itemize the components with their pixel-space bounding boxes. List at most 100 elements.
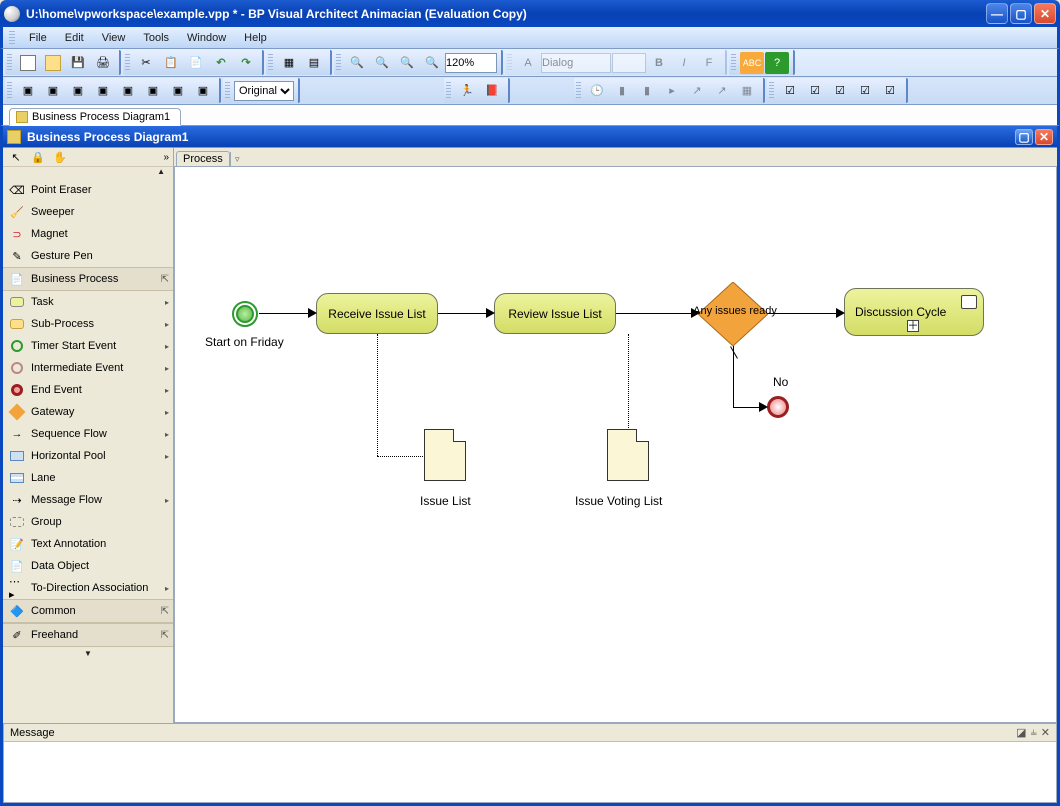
diagram-canvas[interactable]: Start on Friday Receive Issue List Revie… — [174, 166, 1057, 723]
diagram-btn-2[interactable]: ▣ — [41, 80, 65, 102]
menu-file[interactable]: File — [21, 30, 55, 46]
check-btn-3[interactable]: ☑ — [828, 80, 852, 102]
message-panel-popout-icon[interactable]: ◪ — [1016, 726, 1026, 739]
layout-button[interactable]: ▦ — [277, 52, 301, 74]
canvas-tab-process[interactable]: Process — [176, 151, 230, 166]
diagram-btn-4[interactable]: ▣ — [91, 80, 115, 102]
pan-tool[interactable]: ✋ — [51, 149, 69, 165]
sim-btn-5[interactable]: ↗ — [685, 80, 709, 102]
redo-button[interactable]: ↷ — [234, 52, 258, 74]
spellcheck-button[interactable]: ABC — [740, 52, 764, 74]
palette-item-sequence-flow[interactable]: →Sequence Flow▸ — [3, 423, 173, 445]
sim-btn-4[interactable]: ▸ — [660, 80, 684, 102]
zoom-in-button[interactable]: 🔍 — [345, 52, 369, 74]
menu-window[interactable]: Window — [179, 30, 234, 46]
message-panel-close-icon[interactable]: ✕ — [1041, 726, 1050, 739]
palette-item-text-annotation[interactable]: 📝Text Annotation — [3, 533, 173, 555]
palette: ↖ 🔒 ✋ » ⌫Point Eraser 🧹Sweeper ⊃Magnet ✎… — [3, 148, 174, 723]
help-button[interactable]: ? — [765, 52, 789, 74]
menu-help[interactable]: Help — [236, 30, 275, 46]
window-maximize-button[interactable]: ▢ — [1010, 3, 1032, 24]
palette-item-horizontal-pool[interactable]: Horizontal Pool▸ — [3, 445, 173, 467]
document-tab[interactable]: Business Process Diagram1 — [9, 108, 181, 126]
menu-view[interactable]: View — [94, 30, 134, 46]
new-button[interactable] — [16, 52, 40, 74]
check-btn-5[interactable]: ☑ — [878, 80, 902, 102]
pointer-tool[interactable]: ↖ — [7, 149, 25, 165]
palette-section-common[interactable]: 🔷 Common ⇱ — [3, 599, 173, 623]
sim-btn-2[interactable]: ▮ — [610, 80, 634, 102]
view-style-select[interactable]: Original — [234, 81, 294, 101]
palette-collapse-up[interactable] — [3, 167, 173, 179]
window-minimize-button[interactable]: — — [986, 3, 1008, 24]
check-btn-4[interactable]: ☑ — [853, 80, 877, 102]
palette-tool-magnet[interactable]: ⊃Magnet — [3, 223, 173, 245]
palette-item-group[interactable]: Group — [3, 511, 173, 533]
palette-tool-point-eraser[interactable]: ⌫Point Eraser — [3, 179, 173, 201]
start-event[interactable] — [232, 301, 258, 327]
undo-button[interactable]: ↶ — [209, 52, 233, 74]
save-button[interactable]: 💾 — [66, 52, 90, 74]
sim-btn-3[interactable]: ▮ — [635, 80, 659, 102]
check-btn-1[interactable]: ☑ — [778, 80, 802, 102]
run-button[interactable]: 🏃 — [455, 80, 479, 102]
sim-btn-7[interactable]: ▦ — [735, 80, 759, 102]
font-color-button[interactable]: A — [516, 52, 540, 74]
palette-collapse-down[interactable]: ▼ — [3, 647, 173, 660]
italic-button[interactable]: I — [672, 52, 696, 74]
palette-item-lane[interactable]: Lane — [3, 467, 173, 489]
palette-item-gateway[interactable]: Gateway▸ — [3, 401, 173, 423]
palette-section-business-process[interactable]: 📄 Business Process ⇱ — [3, 267, 173, 291]
diagram-btn-3[interactable]: ▣ — [66, 80, 90, 102]
subprocess-discussion-cycle[interactable]: Discussion Cycle ＋ — [844, 288, 984, 336]
font-family-select[interactable] — [541, 53, 611, 73]
palette-item-to-direction-association[interactable]: ⋯▸To-Direction Association▸ — [3, 577, 173, 599]
window-close-button[interactable]: ✕ — [1034, 3, 1056, 24]
task-review-issue-list[interactable]: Review Issue List — [494, 293, 616, 334]
diagram-btn-1[interactable]: ▣ — [16, 80, 40, 102]
print-button[interactable]: 🖨 — [91, 52, 115, 74]
zoom-select[interactable] — [445, 53, 497, 73]
sim-clock-button[interactable]: 🕒 — [585, 80, 609, 102]
inner-maximize-button[interactable]: ▢ — [1015, 129, 1033, 145]
end-event[interactable] — [767, 396, 789, 418]
menu-tools[interactable]: Tools — [135, 30, 177, 46]
lock-tool[interactable]: 🔒 — [29, 149, 47, 165]
diagram-btn-6[interactable]: ▣ — [141, 80, 165, 102]
stop-button[interactable]: 📕 — [480, 80, 504, 102]
canvas-tab-overflow[interactable]: ▿ — [230, 152, 244, 166]
inner-close-button[interactable]: ✕ — [1035, 129, 1053, 145]
palette-item-subprocess[interactable]: Sub-Process▸ — [3, 313, 173, 335]
paste-button[interactable]: 📄 — [184, 52, 208, 74]
cut-button[interactable]: ✂ — [134, 52, 158, 74]
open-button[interactable] — [41, 52, 65, 74]
sim-btn-6[interactable]: ↗ — [710, 80, 734, 102]
data-object-issue-voting-list[interactable] — [607, 429, 649, 481]
palette-item-data-object[interactable]: 📄Data Object — [3, 555, 173, 577]
palette-item-intermediate-event[interactable]: Intermediate Event▸ — [3, 357, 173, 379]
palette-tool-gesture-pen[interactable]: ✎Gesture Pen — [3, 245, 173, 267]
palette-item-end-event[interactable]: End Event▸ — [3, 379, 173, 401]
task-receive-issue-list[interactable]: Receive Issue List — [316, 293, 438, 334]
diagram-btn-5[interactable]: ▣ — [116, 80, 140, 102]
zoom-100-button[interactable]: 🔍 — [420, 52, 444, 74]
zoom-out-button[interactable]: 🔍 — [370, 52, 394, 74]
zoom-fit-button[interactable]: 🔍 — [395, 52, 419, 74]
palette-item-message-flow[interactable]: ⇢Message Flow▸ — [3, 489, 173, 511]
check-btn-2[interactable]: ☑ — [803, 80, 827, 102]
palette-item-task[interactable]: Task▸ — [3, 291, 173, 313]
quick-tools-chevron[interactable]: » — [163, 152, 169, 163]
data-object-issue-list[interactable] — [424, 429, 466, 481]
diagram-btn-7[interactable]: ▣ — [166, 80, 190, 102]
bold-button[interactable]: B — [647, 52, 671, 74]
palette-tool-sweeper[interactable]: 🧹Sweeper — [3, 201, 173, 223]
text-color-button[interactable]: F — [697, 52, 721, 74]
font-size-select[interactable] — [612, 53, 646, 73]
message-panel-pin-icon[interactable]: ⫨ — [1031, 726, 1037, 739]
palette-section-freehand[interactable]: ✐ Freehand ⇱ — [3, 623, 173, 647]
palette-item-timer-start[interactable]: Timer Start Event▸ — [3, 335, 173, 357]
diagram-btn-8[interactable]: ▣ — [191, 80, 215, 102]
menu-edit[interactable]: Edit — [57, 30, 92, 46]
copy-button[interactable]: 📋 — [159, 52, 183, 74]
grid-button[interactable]: ▤ — [302, 52, 326, 74]
